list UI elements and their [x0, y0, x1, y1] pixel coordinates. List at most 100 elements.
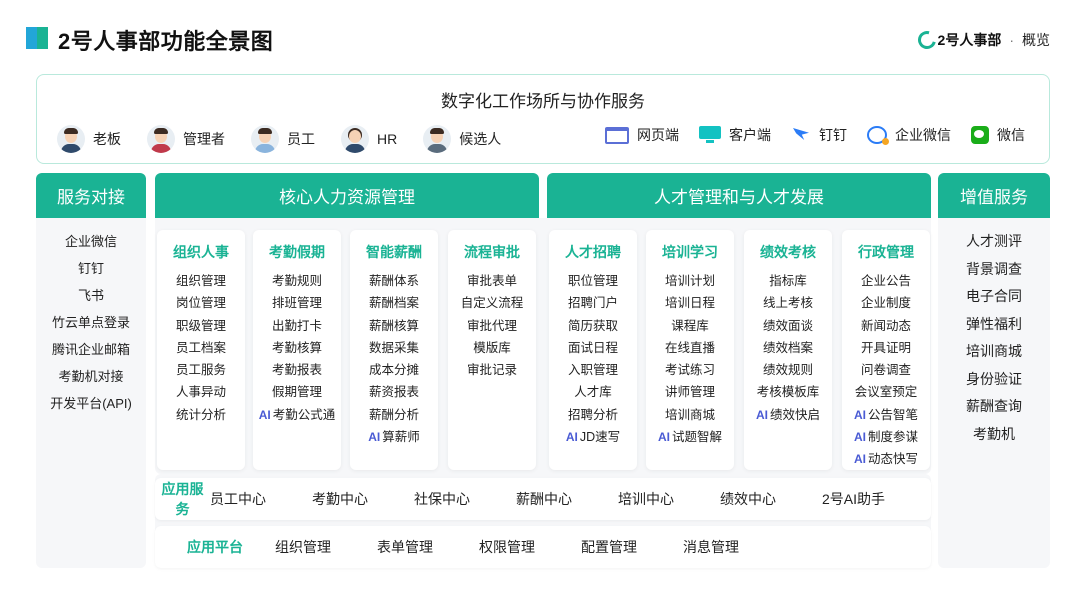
card-item: 培训计划	[664, 274, 715, 288]
card-item: 岗位管理	[175, 296, 226, 311]
card-item: 排班管理	[271, 296, 322, 311]
module-card-org-personnel: 组织人事 组织管理 岗位管理 职级管理 员工档案 员工服务 人事异动 统计分析	[157, 230, 245, 470]
row-item: 2号AI助手	[821, 491, 885, 507]
card-item: 职级管理	[175, 318, 226, 333]
candidate-avatar-icon	[423, 125, 452, 153]
card-item: 审批代理	[466, 318, 517, 333]
card-item: 员工档案	[175, 340, 226, 355]
client-label: 网页端	[637, 127, 679, 143]
card-item: 人才库	[574, 385, 612, 400]
list-item: 竹云单点登录	[51, 315, 130, 330]
list-item: 腾讯企业邮箱	[51, 342, 130, 357]
card-item: 简历获取	[567, 318, 618, 333]
application-service-row: 应用服务 员工中心 考勤中心 社保中心 薪酬中心 培训中心 绩效中心 2号AI助…	[155, 478, 931, 520]
page-title: 2号人事部功能全景图	[58, 29, 274, 54]
card-item: 审批记录	[466, 363, 517, 378]
row-item: 配置管理	[581, 539, 637, 555]
card-item: 指标库	[769, 274, 807, 288]
card-item: 线上考核	[762, 296, 813, 311]
card-title: 人才招聘	[565, 244, 621, 260]
card-item: 新闻动态	[860, 318, 911, 333]
card-item: 员工服务	[175, 363, 226, 378]
card-item: 会议室预定	[854, 385, 918, 400]
list-item: 开发平台(API)	[50, 396, 132, 411]
client-label: 企业微信	[895, 127, 951, 143]
role-label: 员工	[287, 131, 315, 147]
ai-card-item: AI 绩效快启	[744, 404, 832, 426]
ai-item-label: 算薪师	[382, 430, 420, 445]
ai-icon: AI	[853, 452, 866, 467]
brand-logo: 2号人事部 · 概览	[914, 27, 1050, 53]
wechat-icon	[971, 126, 989, 144]
ai-item-label: 公告智笔	[867, 407, 918, 422]
card-item: 入职管理	[567, 363, 618, 378]
row-item: 员工中心	[209, 491, 266, 507]
brand-name: 2号人事部	[937, 32, 1002, 48]
card-item: 面试日程	[567, 340, 618, 355]
card-item: 绩效面谈	[762, 318, 813, 333]
card-item: 绩效规则	[762, 363, 813, 378]
card-item: 假期管理	[271, 385, 322, 400]
role-label: 老板	[93, 131, 121, 147]
row-label: 应用服务	[161, 481, 204, 517]
row-item: 权限管理	[479, 539, 535, 555]
role-label: HR	[377, 131, 398, 147]
card-item: 讲师管理	[664, 385, 715, 400]
ai-card-item: AI 试题智解	[646, 426, 734, 448]
list-item: 培训商城	[966, 343, 1022, 359]
role-candidate: 候选人	[423, 125, 501, 153]
card-item: 模版库	[473, 340, 511, 355]
column-header-value-added: 增值服务	[938, 173, 1050, 218]
role-boss: 老板	[57, 125, 121, 153]
client-label: 钉钉	[819, 127, 847, 143]
column-header-talent: 人才管理和与人才发展	[547, 173, 931, 218]
card-item: 绩效档案	[762, 340, 813, 355]
row-item: 薪酬中心	[515, 491, 572, 507]
card-item: 出勤打卡	[271, 318, 322, 333]
hr-avatar-icon	[341, 125, 369, 153]
manager-avatar-icon	[147, 125, 175, 153]
list-item: 考勤机	[973, 425, 1015, 442]
card-item: 招聘门户	[567, 296, 618, 311]
card-item: 招聘分析	[567, 407, 618, 422]
ai-item-label: 试题智解	[671, 430, 722, 445]
card-item: 薪酬核算	[368, 318, 419, 333]
ai-icon: AI	[853, 407, 866, 422]
module-card-administration: 行政管理 企业公告 企业制度 新闻动态 开具证明 问卷调查 会议室预定 AI 公告…	[842, 230, 930, 470]
card-item: 企业公告	[860, 274, 911, 288]
list-item: 考勤机对接	[58, 369, 124, 384]
role-employee: 员工	[251, 125, 315, 153]
wecom-icon	[867, 126, 889, 145]
desktop-icon	[699, 126, 721, 144]
ai-card-item: AI 公告智笔	[842, 404, 930, 426]
card-item: 职位管理	[567, 274, 618, 288]
card-item: 考勤规则	[271, 274, 322, 288]
ai-item-label: 制度参谋	[867, 430, 918, 445]
card-item: 成本分摊	[368, 363, 419, 378]
list-item: 电子合同	[966, 288, 1022, 304]
row-item: 社保中心	[413, 491, 470, 507]
list-item: 薪酬查询	[966, 398, 1022, 414]
title-accent-mark	[26, 27, 48, 49]
module-card-payroll: 智能薪酬 薪酬体系 薪酬档案 薪酬核算 数据采集 成本分摊 薪资报表 薪酬分析 …	[350, 230, 438, 470]
card-title: 考勤假期	[269, 244, 325, 260]
card-item: 考勤核算	[271, 340, 322, 355]
card-item: 开具证明	[860, 340, 911, 355]
card-item: 课程库	[671, 318, 709, 333]
client-wechat: 微信	[971, 125, 1025, 145]
role-manager: 管理者	[147, 125, 225, 153]
card-item: 薪资报表	[368, 385, 419, 400]
row-item: 考勤中心	[311, 491, 368, 507]
ai-item-label: JD速写	[579, 430, 621, 445]
card-item: 审批表单	[466, 274, 517, 288]
ai-card-item: AI 考勤公式通	[253, 404, 341, 426]
module-card-approval: 流程审批 审批表单 自定义流程 审批代理 模版库 审批记录	[448, 230, 536, 470]
card-item: 组织管理	[175, 274, 226, 288]
card-item: 培训日程	[664, 296, 715, 311]
card-item: 薪酬档案	[368, 296, 419, 311]
row-item: 培训中心	[617, 491, 674, 507]
role-hr: HR	[341, 125, 397, 153]
card-item: 薪酬体系	[368, 274, 419, 288]
client-dingtalk: 钉钉	[791, 125, 847, 145]
brand-logo-icon	[914, 27, 939, 53]
